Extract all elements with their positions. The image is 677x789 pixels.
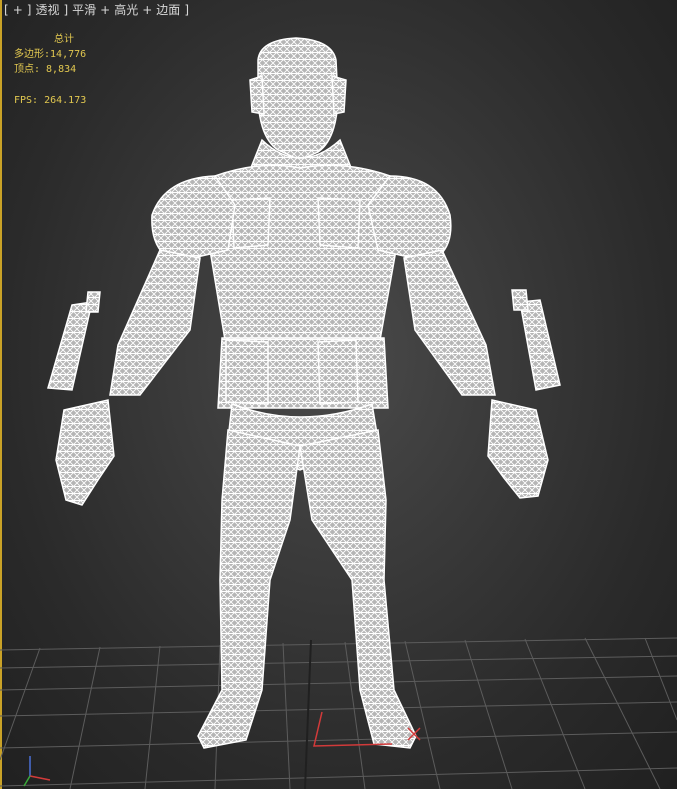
world-axis-icon (23, 756, 51, 787)
perspective-viewport[interactable]: [+] 透视] 平滑 + 高光 + 边面] 总计 多边形:14,776 顶点: 8,834 F… (0, 0, 677, 789)
ground-grid (0, 637, 677, 789)
scene-canvas (0, 37, 677, 789)
